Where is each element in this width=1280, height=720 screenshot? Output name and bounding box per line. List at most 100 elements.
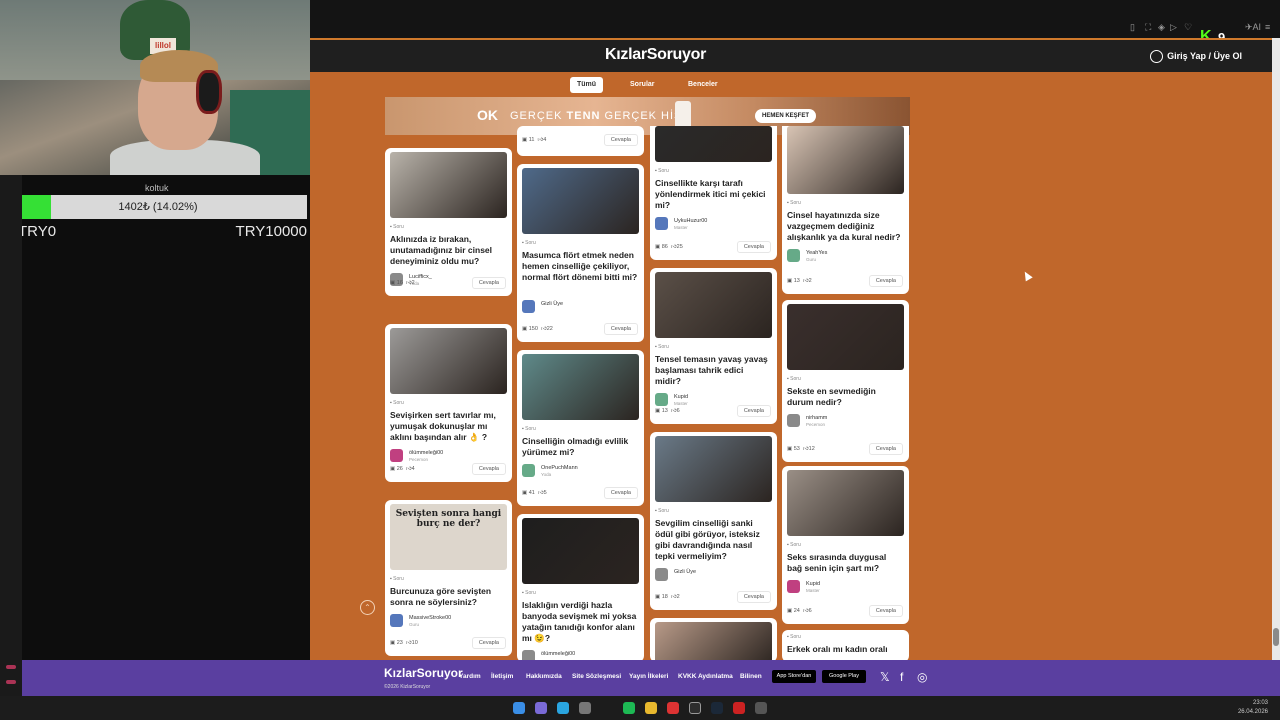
author-name[interactable]: Kupid <box>674 394 688 400</box>
question-image[interactable] <box>655 436 772 502</box>
question-card[interactable]: Soru Masumca flört etmek neden hemen cins… <box>517 164 644 342</box>
answer-button[interactable]: Cevapla <box>603 323 638 335</box>
opera-icon[interactable] <box>667 702 679 714</box>
obs-icon[interactable] <box>689 702 701 714</box>
answer-button[interactable]: Cevapla <box>603 134 638 146</box>
question-title[interactable]: Sevişirken sert tavırlar mı, yumuşak dok… <box>390 410 506 443</box>
ai-icon[interactable]: ✈AI <box>1245 22 1261 33</box>
user-avatar[interactable] <box>522 464 535 477</box>
question-card[interactable]: Soru Erkek oralı mı kadın oralı <box>782 630 909 660</box>
footer-link-help[interactable]: Yardım <box>459 673 481 680</box>
screenshot-icon[interactable]: ⛶ <box>1145 22 1151 33</box>
footer-logo[interactable]: KızlarSoruyor <box>384 666 463 680</box>
question-card[interactable]: Soru Sevişirken sert tavırlar mı, yumuşak… <box>385 324 512 482</box>
author-name[interactable]: UykuHuzur00 <box>674 218 707 224</box>
tab-opinions[interactable]: Benceler <box>681 77 725 93</box>
question-card[interactable]: Soru Sekste en sevmediğin durum nedir? nir… <box>782 300 909 462</box>
footer-link-publishing[interactable]: Yayın İlkeleri <box>629 673 668 680</box>
user-avatar[interactable] <box>655 393 668 406</box>
user-avatar[interactable] <box>522 650 535 660</box>
app-icon[interactable] <box>579 702 591 714</box>
footer-link-contact[interactable]: İletişim <box>491 673 513 680</box>
question-card[interactable]: Soru Cinsellikte karşı tarafı yönlendirme… <box>650 126 777 260</box>
question-title[interactable]: Seks sırasında duygusal bağ senin için ş… <box>787 552 903 574</box>
question-card[interactable]: ▣ 11 👍︎4 Cevapla <box>517 126 644 156</box>
question-image[interactable] <box>787 304 904 370</box>
user-avatar[interactable] <box>390 449 403 462</box>
page-scrollbar[interactable] <box>1272 38 1280 660</box>
question-card[interactable]: Soru Cinselliğin olmadığı evlilik yürümez… <box>517 350 644 506</box>
author-name[interactable]: YeahYes <box>806 250 827 256</box>
question-card[interactable]: Soru Cinsel hayatınızda size vazgeçmem de… <box>782 126 909 294</box>
author-name[interactable]: Kupid <box>806 581 820 587</box>
question-title[interactable]: Cinselliğin olmadığı evlilik yürümez mi? <box>522 436 638 458</box>
login-button[interactable]: Giriş Yap / Üye Ol <box>1150 50 1242 63</box>
question-image[interactable] <box>655 272 772 338</box>
app-store-button[interactable]: App Store'dan <box>772 670 816 683</box>
question-title[interactable]: Cinsellikte karşı tarafı yönlendirmek it… <box>655 178 771 211</box>
user-avatar[interactable] <box>655 217 668 230</box>
steam-icon[interactable] <box>711 702 723 714</box>
site-logo[interactable]: KızlarSoruyor <box>605 46 706 64</box>
answer-button[interactable]: Cevapla <box>471 277 506 289</box>
shield-icon[interactable]: ◈ <box>1158 22 1165 33</box>
ad-cta-button[interactable]: HEMEN KEŞFET <box>755 109 817 123</box>
heart-icon[interactable]: ♡ <box>1184 22 1192 33</box>
answer-button[interactable]: Cevapla <box>471 637 506 649</box>
question-card[interactable]: Soru Tensel temasın yavaş yavaş başlaması… <box>650 268 777 424</box>
question-title[interactable]: Islaklığın verdiği hazla banyoda sevişme… <box>522 600 638 644</box>
question-card[interactable] <box>650 618 777 660</box>
question-image[interactable] <box>655 126 772 162</box>
question-image[interactable] <box>522 518 639 584</box>
facebook-icon[interactable]: f <box>900 670 903 684</box>
user-avatar[interactable] <box>655 568 668 581</box>
answer-button[interactable]: Cevapla <box>868 443 903 455</box>
user-avatar[interactable] <box>787 414 800 427</box>
question-image[interactable]: Sevişten sonra hangi burç ne der? <box>390 504 507 570</box>
author-name[interactable]: ölümmeleği00 <box>409 450 443 456</box>
question-title[interactable]: Erkek oralı mı kadın oralı <box>787 644 903 655</box>
edge-icon[interactable] <box>557 702 569 714</box>
app-gray-icon[interactable] <box>755 702 767 714</box>
question-image[interactable] <box>655 622 772 660</box>
question-image[interactable] <box>390 152 507 218</box>
question-image[interactable] <box>390 328 507 394</box>
user-avatar[interactable] <box>787 249 800 262</box>
google-play-button[interactable]: Google Play <box>822 670 866 683</box>
answer-button[interactable]: Cevapla <box>736 591 771 603</box>
start-icon[interactable] <box>513 702 525 714</box>
question-title[interactable]: Burcunuza göre sevişten sonra ne söylers… <box>390 586 506 608</box>
question-image[interactable] <box>787 126 904 194</box>
author-name[interactable]: Gizli Üye <box>674 569 696 575</box>
question-title[interactable]: Aklınızda iz bırakan, unutamadığınız bir… <box>390 234 506 267</box>
question-title[interactable]: Masumca flört etmek neden hemen cinselli… <box>522 250 638 283</box>
question-title[interactable]: Sevgilim cinselliği sanki ödül gibi görü… <box>655 518 771 562</box>
folder-icon[interactable] <box>645 702 657 714</box>
menu-icon[interactable]: ≡ <box>1265 22 1270 32</box>
tab-all[interactable]: Tümü <box>570 77 604 93</box>
author-name[interactable]: ölümmeleği00 <box>541 651 575 657</box>
footer-link-known[interactable]: Bilinen <box>740 673 762 680</box>
copilot-icon[interactable] <box>535 702 547 714</box>
spotify-icon[interactable] <box>623 702 635 714</box>
question-title[interactable]: Tensel temasın yavaş yavaş başlaması tah… <box>655 354 771 387</box>
user-avatar[interactable] <box>787 580 800 593</box>
user-avatar[interactable] <box>522 300 535 313</box>
answer-button[interactable]: Cevapla <box>736 241 771 253</box>
answer-button[interactable]: Cevapla <box>868 275 903 287</box>
scroll-to-top-button[interactable]: ⌃ <box>360 600 375 615</box>
instagram-icon[interactable]: ◎ <box>917 670 927 684</box>
answer-button[interactable]: Cevapla <box>603 487 638 499</box>
footer-link-kvkk[interactable]: KVKK Aydınlatma <box>678 673 733 680</box>
answer-button[interactable]: Cevapla <box>471 463 506 475</box>
question-card[interactable]: Sevişten sonra hangi burç ne der? Soru Bur… <box>385 500 512 656</box>
question-card[interactable]: Soru Islaklığın verdiği hazla banyoda sev… <box>517 514 644 660</box>
x-icon[interactable]: 𝕏 <box>880 670 890 684</box>
author-name[interactable]: MassiveStroke00 <box>409 615 451 621</box>
app-red-icon[interactable] <box>733 702 745 714</box>
question-title[interactable]: Sekste en sevmediğin durum nedir? <box>787 386 903 408</box>
question-image[interactable] <box>787 470 904 536</box>
scrollbar-thumb[interactable] <box>1273 628 1279 646</box>
tab-questions[interactable]: Sorular <box>623 77 662 93</box>
author-name[interactable]: Gizli Üye <box>541 301 563 307</box>
